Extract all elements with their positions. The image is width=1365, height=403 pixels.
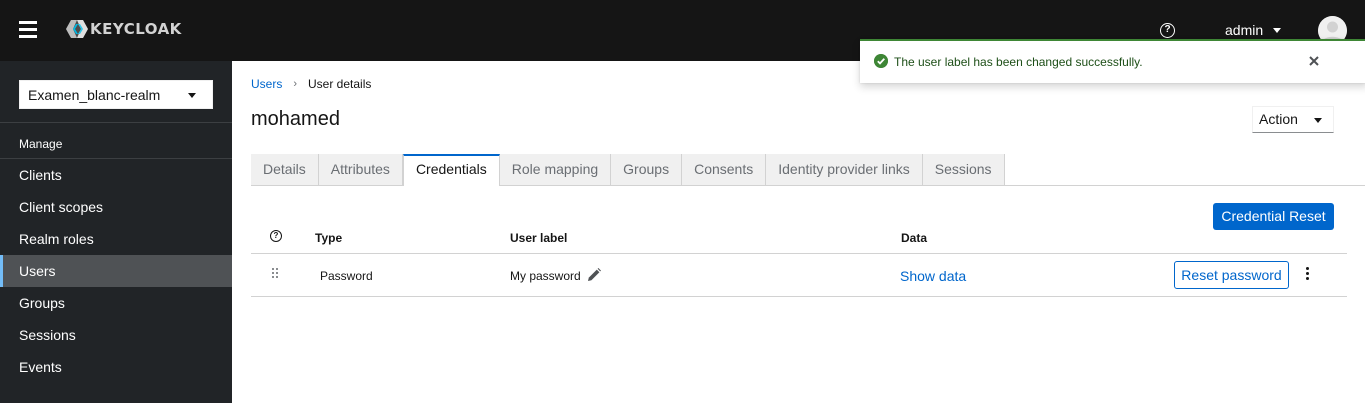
column-header-type: Type <box>315 231 343 245</box>
tab-credentials[interactable]: Credentials <box>402 154 500 186</box>
tab-details[interactable]: Details <box>251 154 319 186</box>
chevron-right-icon: › <box>293 78 298 90</box>
tab-groups[interactable]: Groups <box>611 154 683 186</box>
sidebar-item-groups[interactable]: Groups <box>0 287 232 319</box>
tabs-divider <box>964 185 1365 186</box>
tab-sessions[interactable]: Sessions <box>922 154 1005 186</box>
user-menu[interactable]: admin <box>1225 22 1282 38</box>
tab-attributes[interactable]: Attributes <box>318 154 403 186</box>
hamburger-menu-icon[interactable] <box>19 21 37 39</box>
table-row-divider <box>251 296 1347 297</box>
sidebar-item-realm-roles[interactable]: Realm roles <box>0 223 232 255</box>
reset-password-button[interactable]: Reset password <box>1174 261 1289 289</box>
tabs: Details Attributes Credentials Role mapp… <box>251 154 1005 186</box>
table-header-divider <box>251 253 1347 254</box>
sidebar-divider <box>0 122 232 123</box>
tab-role-mapping[interactable]: Role mapping <box>499 154 612 186</box>
close-icon[interactable] <box>1307 54 1321 68</box>
success-alert: The user label has been changed successf… <box>860 39 1365 83</box>
user-name: admin <box>1225 22 1264 38</box>
action-label: Action <box>1259 111 1298 127</box>
sidebar-item-client-scopes[interactable]: Client scopes <box>0 191 232 223</box>
column-header-user-label: User label <box>510 231 568 245</box>
column-header-data: Data <box>901 231 928 245</box>
drag-handle-icon[interactable] <box>272 268 280 280</box>
show-data-link[interactable]: Show data <box>900 268 966 284</box>
caret-down-icon <box>1273 27 1282 33</box>
logo-text: KEYCLOAK <box>90 20 182 38</box>
breadcrumb-users-link[interactable]: Users <box>251 77 282 91</box>
caret-down-icon <box>1314 118 1322 123</box>
breadcrumb-current: User details <box>308 77 372 91</box>
kebab-menu-icon[interactable] <box>1306 267 1310 281</box>
sidebar-item-events[interactable]: Events <box>0 351 232 383</box>
pencil-icon[interactable] <box>587 268 601 282</box>
caret-down-icon <box>188 93 196 98</box>
credential-user-label: My password <box>510 269 581 283</box>
breadcrumb: Users › User details <box>251 77 371 91</box>
alert-message: The user label has been changed successf… <box>894 55 1143 69</box>
help-icon[interactable]: ? <box>270 230 282 242</box>
sidebar: Examen_blanc-realm Manage Clients Client… <box>0 61 232 403</box>
sidebar-item-sessions[interactable]: Sessions <box>0 319 232 351</box>
action-dropdown[interactable]: Action <box>1252 106 1334 133</box>
sidebar-item-users[interactable]: Users <box>0 255 232 287</box>
credential-reset-button[interactable]: Credential Reset <box>1213 203 1334 230</box>
tab-consents[interactable]: Consents <box>682 154 767 186</box>
realm-selector[interactable]: Examen_blanc-realm <box>19 80 213 109</box>
help-icon[interactable]: ? <box>1160 23 1175 38</box>
check-circle-icon <box>874 54 888 68</box>
credential-type: Password <box>320 269 373 283</box>
keycloak-logo[interactable]: KEYCLOAK <box>62 18 182 40</box>
keycloak-logo-icon <box>66 20 88 38</box>
sidebar-item-clients[interactable]: Clients <box>0 159 232 191</box>
page-title: mohamed <box>251 108 340 130</box>
tab-identity-provider-links[interactable]: Identity provider links <box>766 154 923 186</box>
realm-name: Examen_blanc-realm <box>28 86 161 103</box>
sidebar-section-title: Manage <box>19 137 63 151</box>
